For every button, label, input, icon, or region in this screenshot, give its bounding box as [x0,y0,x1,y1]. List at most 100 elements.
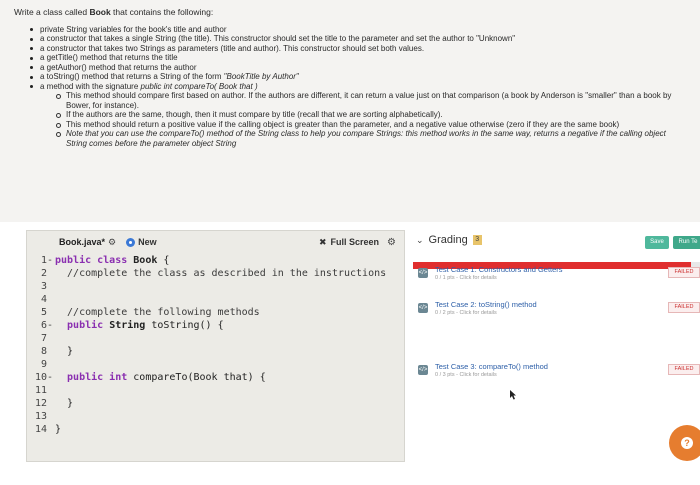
subrequirement-item: This method should return a positive val… [56,120,686,130]
grading-title: Grading [428,234,468,246]
code-token: //complete the class as described in the… [55,268,387,279]
code-token: String [109,320,152,331]
code-token: public class [55,255,134,266]
code-token: //complete the following methods [55,307,260,318]
code-token: compareTo(Book that) { [133,372,266,383]
gear-icon[interactable]: ⚙ [387,237,396,248]
code-line[interactable]: 3 [27,281,55,293]
fold-marker [47,424,55,436]
fold-marker [47,281,55,293]
fold-marker[interactable]: - [47,255,55,267]
code-line[interactable]: 4 [27,294,55,306]
requirement-item: a getTitle() method that returns the tit… [30,53,686,63]
save-button[interactable]: Save [645,236,669,249]
line-number: 10 [34,372,47,383]
test-case-details[interactable]: 0 / 3 pts - Click for details [435,372,497,378]
code-editor: Book.java* ⚙ New ✖ Full Screen ⚙ 1- publi… [26,230,405,462]
code-line[interactable]: 8 } [27,346,73,358]
subrequirement-item: If the authors are the same, though, the… [56,110,686,120]
subrequirement-item: Note that you can use the compareTo() me… [56,129,686,148]
line-number: 4 [40,294,47,305]
line-number: 8 [40,346,47,357]
test-case-3[interactable]: </> Test Case 3: compareTo() method 0 / … [418,362,700,386]
line-number: 14 [34,424,47,435]
expand-icon: ✖ [318,236,327,247]
help-icon: ? [681,437,693,449]
failed-badge: FAILED [668,267,700,278]
code-icon: </> [418,365,428,375]
code-token: public [55,320,110,331]
code-token: public int [55,372,134,383]
chevron-down-icon: ⌄ [416,234,424,245]
code-line[interactable]: 6- public String toString() { [27,320,224,332]
new-file-button[interactable]: New [126,237,157,247]
line-number: 3 [40,281,47,292]
code-token: } [55,398,74,409]
test-case-2[interactable]: </> Test Case 2: toString() method 0 / 2… [418,300,700,324]
test-case-details[interactable]: 0 / 1 pts - Click for details [435,275,497,281]
fold-marker[interactable]: - [47,372,55,384]
fold-marker [47,359,55,371]
code-token: } [55,346,74,357]
test-case-1[interactable]: </> Test Case 1: Constructors and Getter… [418,265,700,289]
line-number: 7 [40,333,47,344]
fold-marker [47,411,55,423]
requirement-item: a method with the signature public int c… [30,82,686,149]
compare-subitems: This method should compare first based o… [40,91,686,148]
failed-badge: FAILED [668,302,700,313]
tab-settings-icon[interactable]: ⚙ [108,237,116,248]
code-token: { [163,255,170,266]
full-screen-button[interactable]: ✖ Full Screen [319,237,379,248]
fold-marker [47,268,55,280]
code-line[interactable]: 1- public class Book { [27,255,169,267]
fold-marker [47,346,55,358]
requirement-item: a constructor that takes two Strings as … [30,44,686,54]
file-tab[interactable]: Book.java* ⚙ [59,237,116,248]
run-tests-button[interactable]: Run Te [673,236,700,249]
line-number: 5 [40,307,47,318]
fold-marker [47,294,55,306]
requirement-item: private String variables for the book's … [30,25,686,35]
code-line[interactable]: 5 //complete the following methods [27,307,260,319]
test-case-title[interactable]: Test Case 3: compareTo() method [435,362,548,371]
code-line[interactable]: 10- public int compareTo(Book that) { [27,372,266,384]
code-line[interactable]: 7 [27,333,55,345]
test-case-title[interactable]: Test Case 2: toString() method [435,300,537,309]
mouse-cursor-icon [510,390,516,400]
instructions-panel: Write a class called Book that contains … [0,0,700,222]
code-line[interactable]: 11 [27,385,55,397]
editor-toolbar: Book.java* ⚙ New ✖ Full Screen ⚙ [27,231,404,253]
test-case-details[interactable]: 0 / 2 pts - Click for details [435,310,497,316]
requirement-item: a toString() method that returns a Strin… [30,72,686,82]
line-number: 9 [40,359,47,370]
code-line[interactable]: 9 [27,359,55,371]
code-text-area[interactable]: 1- public class Book {2 //complete the cl… [27,253,404,461]
line-number: 1 [40,255,47,266]
fold-marker [47,333,55,345]
line-number: 6 [40,320,47,331]
grading-badge: 3 [472,235,482,245]
code-line[interactable]: 14} [27,424,61,436]
line-number: 12 [34,398,47,409]
fold-marker [47,398,55,410]
code-token: } [55,424,62,435]
requirements-list: private String variables for the book's … [14,25,686,149]
instructions-intro: Write a class called Book that contains … [14,7,214,17]
code-token: Book [133,255,164,266]
fold-marker [47,307,55,319]
grading-header[interactable]: ⌄ Grading 3 [416,234,482,246]
failed-badge: FAILED [668,364,700,375]
fold-marker [47,385,55,397]
line-number: 2 [40,268,47,279]
plus-circle-icon [126,237,136,247]
code-line[interactable]: 2 //complete the class as described in t… [27,268,386,280]
test-case-title[interactable]: Test Case 1: Constructors and Getters [435,265,563,274]
line-number: 11 [34,385,47,396]
help-button[interactable]: ? [669,425,700,461]
code-line[interactable]: 13 [27,411,55,423]
code-line[interactable]: 12 } [27,398,73,410]
code-icon: </> [418,303,428,313]
code-icon: </> [418,268,428,278]
subrequirement-item: This method should compare first based o… [56,91,686,110]
fold-marker[interactable]: - [47,320,55,332]
